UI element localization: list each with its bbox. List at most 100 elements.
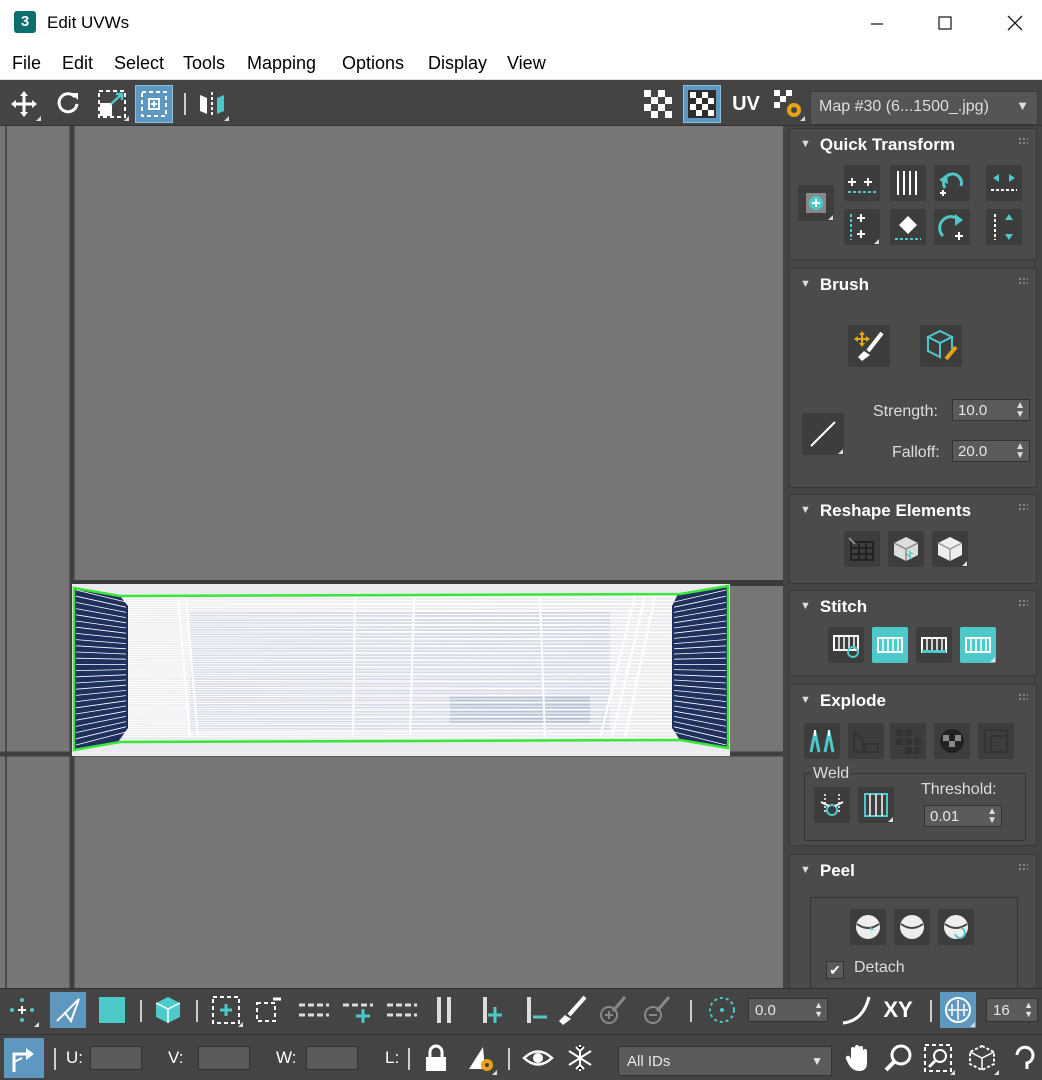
soft-selection-button[interactable] [704,992,740,1028]
zoom-extents-button[interactable] [964,1040,1000,1076]
quick-transform-header[interactable]: ▼ Quick Transform [800,135,955,155]
falloff-spinner[interactable]: 20.0 ▲ ▼ [952,440,1030,462]
explode-by-smoothing-button[interactable] [978,723,1014,759]
explode-header[interactable]: ▼ Explode [800,691,886,711]
help-button[interactable] [1006,1040,1042,1076]
paint-grow-button[interactable] [594,992,630,1028]
edge-mode-button[interactable] [50,992,86,1028]
space-horizontal-button[interactable] [986,165,1022,201]
texture-settings-button[interactable] [770,86,806,122]
material-id-select[interactable]: All IDs ▼ [618,1046,832,1076]
menu-edit[interactable]: Edit [62,53,93,74]
show-map-button[interactable] [683,85,721,123]
reset-peel-button[interactable] [938,909,974,945]
paint-relax-button[interactable] [920,325,962,367]
brush-shape-button[interactable] [802,413,844,455]
vertex-mode-button[interactable] [4,992,40,1028]
quick-peel-button[interactable] [850,909,886,945]
straighten-button[interactable] [890,165,926,201]
dropdown-arrow-icon: ▼ [1016,98,1029,113]
weld-target-icon [820,794,844,816]
menu-file[interactable]: File [12,53,41,74]
strength-spinner[interactable]: 10.0 ▲ ▼ [952,399,1030,421]
pan-button[interactable] [840,1040,876,1076]
grid-snap-button[interactable] [940,992,976,1028]
uv-shell[interactable] [72,584,730,756]
reshape-elements-header[interactable]: ▼ Reshape Elements [800,501,971,521]
menu-display[interactable]: Display [428,53,487,74]
maximize-button[interactable] [910,0,980,46]
falloff-curve-button[interactable] [838,992,874,1028]
polygon-mode-button[interactable] [94,992,130,1028]
rectangle-element-button[interactable] [932,531,968,567]
straighten-selection-button[interactable] [844,531,880,567]
detach-checkbox[interactable]: ✔ [826,961,844,979]
explode-by-polygroup-button[interactable] [848,723,884,759]
element-mode-button[interactable] [150,992,186,1028]
stitch-to-source-button[interactable] [960,627,996,663]
align-horizontal-button[interactable] [844,165,880,201]
map-select[interactable]: Map #30 (6...1500_.jpg) ▼ [810,91,1038,125]
absolute-mode-button[interactable] [4,1038,44,1078]
uv-toggle-button[interactable]: UV [728,86,764,122]
checker-pattern-button[interactable] [640,86,676,122]
move-button[interactable] [6,86,42,122]
flatten-by-material-button[interactable] [934,723,970,759]
peel-header[interactable]: ▼ Peel [800,861,855,881]
stitch-header[interactable]: ▼ Stitch [800,597,867,617]
align-vertical-button[interactable] [844,209,880,245]
grow-selection-button[interactable] [208,992,244,1028]
threshold-spinner[interactable]: 0.01 ▲ ▼ [924,805,1002,827]
rotate-ccw-button[interactable] [934,165,970,201]
close-button[interactable] [980,0,1042,46]
weld-all-button[interactable] [858,787,894,823]
brush-header[interactable]: ▼ Brush [800,275,869,295]
stitch-to-target-button[interactable] [872,627,908,663]
v-coordinate-field[interactable] [198,1046,250,1070]
paint-shrink-button[interactable] [638,992,674,1028]
menu-options[interactable]: Options [342,53,404,74]
freeform-mode-button[interactable] [135,85,173,123]
menu-mapping[interactable]: Mapping [247,53,316,74]
scale-button[interactable] [94,86,130,122]
ring-select-button[interactable] [426,992,462,1028]
space-vertical-button[interactable] [986,209,1022,245]
mirror-button[interactable] [194,86,230,122]
rotate-cw-button[interactable] [934,209,970,245]
zoom-button[interactable] [880,1040,916,1076]
uv-editor-viewport[interactable] [0,126,783,988]
menu-view[interactable]: View [507,53,546,74]
cube-icon [937,537,963,561]
paint-select-button[interactable] [554,992,590,1028]
stitch-custom-button[interactable] [828,627,864,663]
loop-grow-button[interactable] [340,992,376,1028]
show-hidden-button[interactable] [520,1040,556,1076]
rotation-angle-field[interactable]: 0.0 ▲ ▼ [748,998,828,1022]
grid-size-field[interactable]: 16 ▲ ▼ [986,998,1038,1022]
weld-selected-button[interactable] [814,787,850,823]
coordinate-space-button[interactable]: XY [880,992,916,1028]
loop-select-button[interactable] [296,992,332,1028]
zoom-region-button[interactable] [920,1040,956,1076]
transform-pivot-button[interactable] [798,185,834,221]
paint-move-button[interactable] [848,325,890,367]
lock-selection-button[interactable] [418,1040,454,1076]
menu-tools[interactable]: Tools [183,53,225,74]
hide-button[interactable] [462,1040,498,1076]
ring-shrink-button[interactable] [516,992,552,1028]
w-coordinate-field[interactable] [306,1046,358,1070]
freeze-button[interactable] [562,1040,598,1076]
break-button[interactable] [804,723,840,759]
peel-mode-button[interactable] [894,909,930,945]
menu-select[interactable]: Select [114,53,164,74]
relax-element-button[interactable] [888,531,924,567]
rotate-button[interactable] [50,86,86,122]
u-coordinate-field[interactable] [90,1046,142,1070]
loop-shrink-button[interactable] [384,992,420,1028]
minimize-button[interactable] [842,0,912,46]
shrink-selection-button[interactable] [250,992,286,1028]
relax-button[interactable] [890,209,926,245]
stitch-to-average-button[interactable] [916,627,952,663]
explode-by-grid-button[interactable] [890,723,926,759]
ring-grow-button[interactable] [472,992,508,1028]
